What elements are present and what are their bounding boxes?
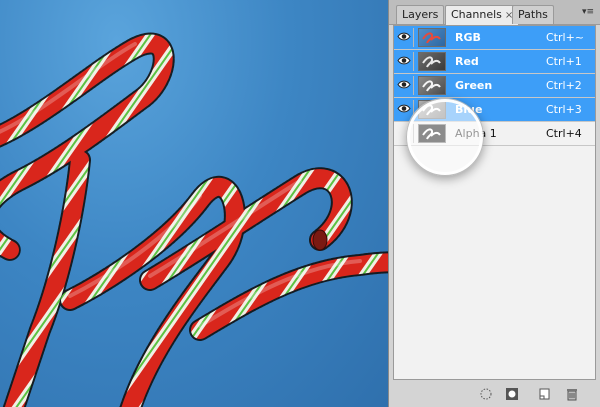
- eye-icon[interactable]: [396, 28, 414, 47]
- channel-shortcut: Ctrl+4: [546, 127, 582, 140]
- channel-name: Green: [455, 79, 493, 92]
- channels-panel: Layers Channels × Paths ▾≡ RGB Ctrl+~ Re…: [388, 0, 600, 407]
- channel-thumbnail: [418, 124, 446, 143]
- channel-thumbnail: [418, 28, 446, 47]
- channel-shortcut: Ctrl+~: [546, 31, 585, 44]
- eye-icon[interactable]: [396, 100, 414, 119]
- channel-thumbnail: [418, 76, 446, 95]
- channel-row-red[interactable]: Red Ctrl+1: [394, 50, 595, 74]
- channel-list: RGB Ctrl+~ Red Ctrl+1 Green Ctrl+2 Blue …: [393, 25, 596, 380]
- channel-name: Blue: [455, 103, 483, 116]
- save-selection-icon[interactable]: [505, 386, 519, 400]
- channel-row-alpha-1[interactable]: Alpha 1 Ctrl+4: [394, 122, 595, 146]
- tab-paths[interactable]: Paths: [512, 5, 554, 24]
- channel-shortcut: Ctrl+3: [546, 103, 582, 116]
- channel-name: Alpha 1: [455, 127, 497, 140]
- candy-cane-type-artwork: [0, 32, 388, 407]
- eye-icon[interactable]: [396, 76, 414, 95]
- eye-icon[interactable]: [396, 52, 414, 71]
- channel-row-rgb[interactable]: RGB Ctrl+~: [394, 26, 595, 50]
- channel-row-green[interactable]: Green Ctrl+2: [394, 74, 595, 98]
- panel-tab-bar: Layers Channels × Paths ▾≡: [389, 0, 600, 25]
- tab-channels-label: Channels: [451, 8, 502, 21]
- load-selection-icon[interactable]: [479, 386, 493, 400]
- new-channel-icon[interactable]: [537, 386, 551, 400]
- channel-name: RGB: [455, 31, 481, 44]
- channel-thumbnail: [418, 100, 446, 119]
- panel-menu-icon[interactable]: ▾≡: [580, 5, 596, 19]
- tab-layers[interactable]: Layers: [396, 5, 445, 24]
- channel-name: Red: [455, 55, 479, 68]
- visibility-toggle-empty[interactable]: [396, 124, 414, 143]
- panel-footer: [389, 380, 600, 407]
- channel-shortcut: Ctrl+1: [546, 55, 582, 68]
- channel-row-blue[interactable]: Blue Ctrl+3: [394, 98, 595, 122]
- tab-layers-label: Layers: [402, 8, 439, 21]
- tab-channels[interactable]: Channels ×: [445, 5, 520, 25]
- document-canvas[interactable]: [0, 0, 388, 407]
- channel-shortcut: Ctrl+2: [546, 79, 582, 92]
- delete-channel-icon[interactable]: [565, 386, 579, 401]
- channel-thumbnail: [418, 52, 446, 71]
- tab-paths-label: Paths: [518, 8, 548, 21]
